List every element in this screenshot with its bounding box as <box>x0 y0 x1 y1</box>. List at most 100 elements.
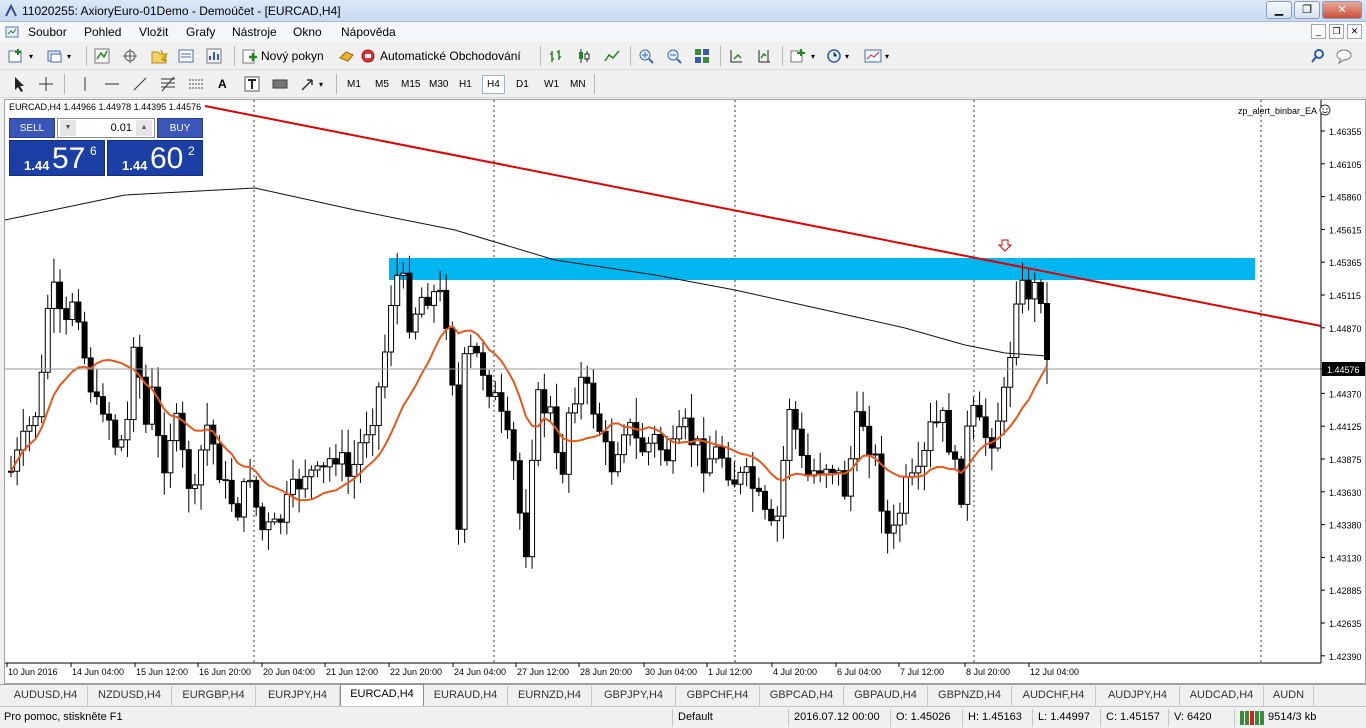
crosshair-button[interactable] <box>38 74 54 94</box>
candlestick-chart-button[interactable] <box>576 46 592 66</box>
arrows-button[interactable]: ▾ <box>300 74 323 94</box>
horizontal-line-button[interactable] <box>104 74 120 94</box>
chart-tab-eurgbp-h4[interactable]: EURGBP,H4 <box>172 686 256 706</box>
chart-close-button[interactable]: ✕ <box>1347 24 1362 39</box>
chart-tab-audcad-h4[interactable]: AUDCAD,H4 <box>1180 686 1264 706</box>
timeframe-mn[interactable]: MN <box>565 75 591 94</box>
bearish-candle <box>81 321 88 359</box>
auto-trading-button[interactable]: Automatické Obchodování <box>338 46 521 66</box>
chat-button[interactable] <box>1336 46 1354 66</box>
buy-button[interactable]: BUY <box>157 118 203 138</box>
equidistant-channel-button[interactable] <box>188 74 204 94</box>
menu-grafy[interactable]: Grafy <box>186 25 215 39</box>
terminal-button[interactable] <box>178 46 194 66</box>
timeframe-m1[interactable]: M1 <box>342 75 366 94</box>
timeframe-w1[interactable]: W1 <box>539 75 564 94</box>
strategy-tester-button[interactable] <box>206 46 222 66</box>
bearish-candle <box>63 308 70 320</box>
maximize-button[interactable]: ❐ <box>1294 1 1320 19</box>
menu-nastroje[interactable]: Nástroje <box>232 25 277 39</box>
bullish-candle <box>706 458 713 474</box>
ea-smiley-icon[interactable] <box>1319 104 1331 116</box>
chart-tab-gbpaud-h4[interactable]: GBPAUD,H4 <box>844 686 928 706</box>
chart-tab-gbpnzd-h4[interactable]: GBPNZD,H4 <box>928 686 1012 706</box>
timeframe-m5[interactable]: M5 <box>370 75 394 94</box>
bullish-candle <box>927 421 934 451</box>
chart-tab-gbpcad-h4[interactable]: GBPCAD,H4 <box>760 686 844 706</box>
chart-restore-button[interactable]: ❐ <box>1329 24 1344 39</box>
periods-button[interactable]: ▾ <box>826 46 849 66</box>
zoom-out-button[interactable] <box>666 46 682 66</box>
bid-price[interactable]: 1.44 57 6 <box>9 140 105 176</box>
chart-minimize-button[interactable]: _ <box>1311 24 1326 39</box>
chart-tab-eurjpy-h4[interactable]: EURJPY,H4 <box>256 686 340 706</box>
menu-okno[interactable]: Okno <box>293 25 322 39</box>
menu-napoveda[interactable]: Nápověda <box>341 25 396 39</box>
chart-tab-eurnzd-h4[interactable]: EURNZD,H4 <box>508 686 592 706</box>
price-chart[interactable]: 1.46355 1.46105 1.45860 1.45615 1.45365 1.451… <box>5 100 1366 684</box>
text-label-button[interactable] <box>244 74 260 94</box>
chart-tab-nzdusd-h4[interactable]: NZDUSD,H4 <box>88 686 172 706</box>
data-window-button[interactable] <box>122 46 138 66</box>
timeframe-h1[interactable]: H1 <box>454 75 477 94</box>
chart-tab-audn[interactable]: AUDN <box>1264 686 1314 706</box>
search-button[interactable] <box>1310 46 1326 66</box>
menu-vlozit[interactable]: Vložit <box>139 25 168 39</box>
bar-chart-button[interactable] <box>548 46 564 66</box>
vertical-line-button[interactable] <box>78 74 92 94</box>
chart-window[interactable]: 1.46355 1.46105 1.45860 1.45615 1.45365 1.451… <box>4 99 1366 684</box>
bid-price-pips: 57 <box>52 142 86 175</box>
lot-size-value[interactable]: 0.01 <box>111 122 132 134</box>
traffic-counter: 9514/3 kb <box>1268 711 1317 723</box>
lot-increase-button[interactable]: ▲ <box>136 120 152 136</box>
chart-tab-euraud-h4[interactable]: EURAUD,H4 <box>424 686 508 706</box>
navigator-button[interactable] <box>150 46 168 66</box>
indicators-button[interactable]: ▾ <box>790 46 815 66</box>
time-tick-label: 16 Jun 20:00 <box>199 667 251 677</box>
timeframe-m15[interactable]: M15 <box>396 75 425 94</box>
bullish-candle <box>351 463 358 477</box>
menu-pohled[interactable]: Pohled <box>84 25 121 39</box>
profiles-button[interactable]: ▾ <box>46 46 71 66</box>
line-chart-button[interactable] <box>604 46 620 66</box>
chart-window-icon[interactable] <box>5 25 19 39</box>
lot-size-field[interactable]: ▼ 0.01 ▲ <box>57 118 155 138</box>
timeframe-d1[interactable]: D1 <box>511 75 534 94</box>
fibonacci-button[interactable] <box>160 74 176 94</box>
market-watch-button[interactable] <box>94 46 110 66</box>
text-button[interactable]: A <box>218 74 227 94</box>
app-icon <box>5 4 17 17</box>
rectangle-button[interactable] <box>272 74 288 94</box>
chart-symbol-info: EURCAD,H4 1.44966 1.44978 1.44395 1.4457… <box>9 102 202 112</box>
lot-decrease-button[interactable]: ▼ <box>60 120 76 136</box>
ask-price[interactable]: 1.44 60 2 <box>107 140 203 176</box>
bearish-candle <box>112 419 119 448</box>
timeframe-m30[interactable]: M30 <box>424 75 453 94</box>
chart-shift-button[interactable] <box>756 46 772 66</box>
menu-soubor[interactable]: Soubor <box>28 25 67 39</box>
close-button[interactable]: ✕ <box>1322 1 1362 19</box>
chart-tab-audchf-h4[interactable]: AUDCHF,H4 <box>1012 686 1096 706</box>
bullish-candle <box>492 392 499 397</box>
indicators-icon <box>790 49 805 63</box>
bearish-candle <box>455 384 462 530</box>
sell-button[interactable]: SELL <box>9 118 55 138</box>
auto-scroll-button[interactable] <box>728 46 744 66</box>
cursor-button[interactable] <box>12 74 26 94</box>
minimize-button[interactable]: ▁ <box>1266 1 1292 19</box>
chart-tab-gbpjpy-h4[interactable]: GBPJPY,H4 <box>592 686 676 706</box>
chart-tab-eurcad-h4[interactable]: EURCAD,H4 <box>340 684 424 706</box>
chart-tab-audjpy-h4[interactable]: AUDJPY,H4 <box>1096 686 1180 706</box>
bullish-candle <box>50 281 57 309</box>
timeframe-h4[interactable]: H4 <box>482 75 505 94</box>
zoom-in-button[interactable] <box>638 46 654 66</box>
chart-tab-audusd-h4[interactable]: AUDUSD,H4 <box>4 686 88 706</box>
new-chart-button[interactable]: ▾ <box>8 46 33 66</box>
new-order-button[interactable]: Nový pokyn <box>242 46 324 66</box>
templates-button[interactable]: ▾ <box>864 46 889 66</box>
bar-high: H: 1.45163 <box>968 711 1022 723</box>
trendline-button[interactable] <box>132 74 148 94</box>
tile-windows-button[interactable] <box>694 46 710 66</box>
clock-icon <box>827 49 841 63</box>
chart-tab-gbpchf-h4[interactable]: GBPCHF,H4 <box>676 686 760 706</box>
